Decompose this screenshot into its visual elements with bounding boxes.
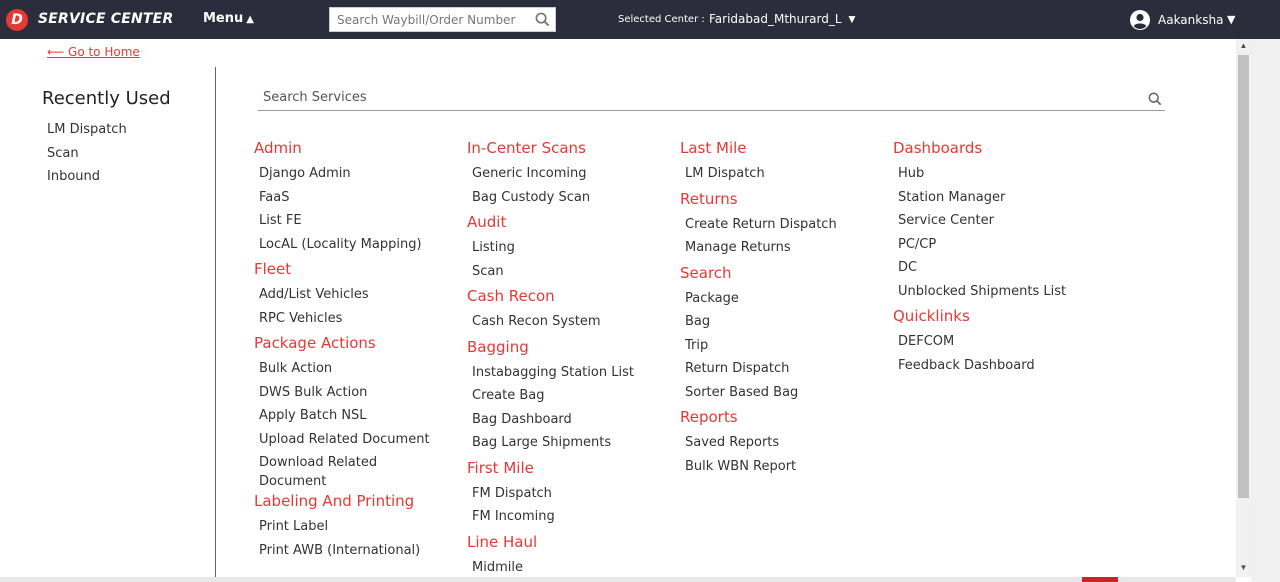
service-link[interactable]: Manage Returns <box>680 239 880 263</box>
selected-center-dropdown[interactable]: Faridabad_Mthurard_L <box>709 12 842 26</box>
service-link[interactable]: Add/List Vehicles <box>254 286 454 310</box>
service-link[interactable]: Scan <box>467 263 667 287</box>
bottom-edge-strip <box>0 577 1236 582</box>
service-link[interactable]: Bag Large Shipments <box>467 434 667 458</box>
category-search: Search <box>680 263 732 282</box>
services-column: Last Mile LM Dispatch Returns Create Ret… <box>680 138 880 481</box>
category-admin: Admin <box>254 139 302 157</box>
service-link[interactable]: Bag Custody Scan <box>467 189 667 213</box>
service-link[interactable]: Return Dispatch <box>680 360 880 384</box>
scrollbar-thumb[interactable] <box>1238 55 1249 498</box>
service-link[interactable]: Feedback Dashboard <box>893 357 1093 381</box>
category-bagging: Bagging <box>467 337 529 356</box>
recent-item[interactable]: Inbound <box>47 168 127 192</box>
service-link[interactable]: DWS Bulk Action <box>254 384 454 408</box>
category-line-haul: Line Haul <box>467 532 538 551</box>
category-in-center-scans: In-Center Scans <box>467 139 586 157</box>
brand-title[interactable]: SERVICE CENTER <box>38 11 173 27</box>
caret-up-icon: ▲ <box>246 14 254 25</box>
service-link[interactable]: FM Dispatch <box>467 485 667 509</box>
services-search-input[interactable] <box>258 85 1138 110</box>
sidebar-divider <box>215 67 216 582</box>
service-link[interactable]: Bag Dashboard <box>467 411 667 435</box>
menu-button[interactable]: Menu ▲ <box>203 11 254 26</box>
category-fleet: Fleet <box>254 260 292 278</box>
category-first-mile: First Mile <box>467 458 534 477</box>
service-link[interactable]: List FE <box>254 212 454 236</box>
category-last-mile: Last Mile <box>680 139 747 157</box>
service-link[interactable]: Station Manager <box>893 189 1093 213</box>
service-link[interactable]: Generic Incoming <box>467 165 667 189</box>
search-icon[interactable] <box>1148 92 1162 106</box>
service-link[interactable]: Instabagging Station List <box>467 364 667 388</box>
search-icon[interactable] <box>535 12 550 27</box>
service-link[interactable]: Create Bag <box>467 387 667 411</box>
service-link[interactable]: Upload Related Document <box>254 431 454 455</box>
service-link[interactable]: DC <box>893 259 1093 283</box>
category-returns: Returns <box>680 189 738 208</box>
service-link[interactable]: FM Incoming <box>467 508 667 532</box>
user-avatar-icon <box>1130 10 1150 30</box>
category-reports: Reports <box>680 408 738 426</box>
services-search-box <box>258 85 1165 111</box>
selected-center-label: Selected Center : <box>618 14 705 25</box>
service-link[interactable]: RPC Vehicles <box>254 310 454 334</box>
service-link[interactable]: Unblocked Shipments List <box>893 283 1093 307</box>
menu-label: Menu <box>203 11 244 26</box>
service-link[interactable]: Package <box>680 290 880 314</box>
service-link[interactable]: Cash Recon System <box>467 313 667 337</box>
service-link[interactable]: Print Label <box>254 518 454 542</box>
scroll-down-arrow-icon[interactable]: ▼ <box>1236 563 1251 575</box>
waybill-search-input[interactable] <box>330 8 530 31</box>
service-link[interactable]: Saved Reports <box>680 434 880 458</box>
category-package-actions: Package Actions <box>254 334 376 352</box>
service-link[interactable]: Listing <box>467 239 667 263</box>
service-link[interactable]: LocAL (Locality Mapping) <box>254 236 454 260</box>
service-link[interactable]: Hub <box>893 165 1093 189</box>
service-link[interactable]: Bulk Action <box>254 360 454 384</box>
service-link[interactable]: PC/CP <box>893 236 1093 260</box>
service-link[interactable]: LM Dispatch <box>680 165 880 189</box>
service-link[interactable]: Trip <box>680 337 880 361</box>
go-to-home-link[interactable]: ⟵ Go to Home <box>47 45 140 59</box>
user-name: Aakanksha <box>1158 13 1224 27</box>
services-column: In-Center Scans Generic Incoming Bag Cus… <box>467 138 667 582</box>
recently-used-list: LM Dispatch Scan Inbound <box>47 121 127 192</box>
services-column: Dashboards Hub Station Manager Service C… <box>893 138 1093 380</box>
recently-used-title: Recently Used <box>42 88 171 109</box>
category-quicklinks: Quicklinks <box>893 307 970 325</box>
service-link[interactable]: Create Return Dispatch <box>680 216 880 240</box>
service-link[interactable]: Sorter Based Bag <box>680 384 880 408</box>
service-link[interactable]: Bulk WBN Report <box>680 458 880 482</box>
service-link[interactable]: Download Related Document <box>254 454 404 491</box>
top-navigation-bar: D SERVICE CENTER Menu▲ Selected Center :… <box>0 0 1280 39</box>
service-link[interactable]: Apply Batch NSL <box>254 407 454 431</box>
service-link[interactable]: Django Admin <box>254 165 454 189</box>
bottom-red-marker <box>1082 577 1118 582</box>
page-right-gutter <box>1251 39 1280 582</box>
caret-down-icon: ▼ <box>1227 13 1236 26</box>
recent-item[interactable]: LM Dispatch <box>47 121 127 145</box>
category-cash-recon: Cash Recon <box>467 287 555 305</box>
category-audit: Audit <box>467 213 507 231</box>
recent-item[interactable]: Scan <box>47 145 127 169</box>
service-link[interactable]: FaaS <box>254 189 454 213</box>
category-labeling-and-printing: Labeling And Printing <box>254 492 415 510</box>
service-link[interactable]: Print AWB (International) <box>254 542 454 566</box>
waybill-search-box <box>329 7 556 32</box>
service-link[interactable]: DEFCOM <box>893 333 1093 357</box>
caret-down-icon[interactable]: ▼ <box>846 12 858 26</box>
brand-logo[interactable]: D <box>6 9 28 31</box>
services-column: Admin Django Admin FaaS List FE LocAL (L… <box>254 138 454 565</box>
vertical-scrollbar[interactable]: ▲ ▼ <box>1236 39 1251 577</box>
category-dashboards: Dashboards <box>893 139 983 157</box>
service-link[interactable]: Bag <box>680 313 880 337</box>
service-link[interactable]: Service Center <box>893 212 1093 236</box>
scroll-up-arrow-icon[interactable]: ▲ <box>1236 41 1251 53</box>
